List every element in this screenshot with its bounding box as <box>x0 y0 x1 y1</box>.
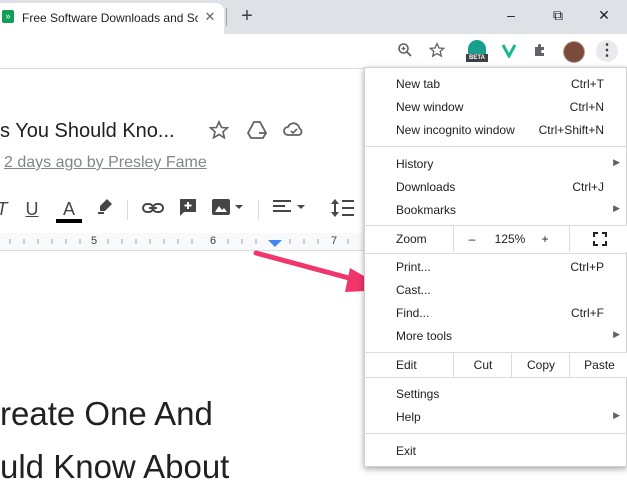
menu-separator <box>365 146 627 147</box>
document-title[interactable]: s You Should Kno... <box>0 120 175 143</box>
ruler-number: 6 <box>210 235 217 247</box>
puzzle-icon[interactable] <box>531 42 549 60</box>
insert-image-icon[interactable] <box>210 197 246 221</box>
insert-comment-icon[interactable] <box>176 197 200 221</box>
menu-item-settings[interactable]: Settings <box>365 383 627 406</box>
browser-toolbar: BETA ⋮ <box>0 34 627 69</box>
indent-marker[interactable] <box>268 240 282 247</box>
italic-button[interactable]: T <box>0 197 8 221</box>
zoom-icon[interactable] <box>396 42 414 60</box>
menu-item-downloads[interactable]: Downloads Ctrl+J <box>365 176 627 199</box>
menu-item-cast[interactable]: Cast... <box>365 279 627 302</box>
cut-button[interactable]: Cut <box>453 353 512 377</box>
zoom-level: 125% <box>494 232 526 246</box>
ruler-number: 7 <box>331 235 338 247</box>
ruler-number: 5 <box>91 235 98 247</box>
zoom-label: Zoom <box>396 232 427 246</box>
tab-separator <box>226 8 227 26</box>
menu-item-new-tab[interactable]: New tab Ctrl+T <box>365 73 627 96</box>
submenu-arrow-icon: ▶ <box>613 157 620 167</box>
text-color-letter: A <box>62 199 75 219</box>
star-icon[interactable] <box>428 41 446 60</box>
highlight-icon[interactable] <box>94 197 116 221</box>
menu-item-shortcut: Ctrl+Shift+N <box>538 123 604 137</box>
line-spacing-icon[interactable] <box>330 197 356 221</box>
zoom-out-button[interactable]: – <box>453 226 490 252</box>
v-shield-icon[interactable] <box>500 42 518 60</box>
cloud-saved-icon[interactable] <box>283 120 305 142</box>
beta-label: BETA <box>466 54 488 62</box>
document-body-text[interactable]: uld Know About <box>0 448 229 486</box>
paste-button[interactable]: Paste <box>569 353 627 377</box>
menu-item-label: More tools <box>396 329 453 343</box>
text-color-button[interactable]: A <box>56 197 82 223</box>
menu-item-help[interactable]: Help ▶ <box>365 406 627 429</box>
copy-button[interactable]: Copy <box>511 353 570 377</box>
menu-item-shortcut: Ctrl+J <box>572 180 604 194</box>
menu-item-label: Help <box>396 410 421 424</box>
menu-separator <box>365 433 627 434</box>
menu-item-label: New window <box>396 100 464 114</box>
zoom-row: Zoom – 125% + <box>365 226 627 252</box>
menu-item-label: New tab <box>396 77 441 91</box>
window-close-button[interactable]: ✕ <box>584 4 624 26</box>
menu-item-label: History <box>396 157 434 171</box>
menu-item-label: Print... <box>396 260 431 274</box>
menu-item-label: New incognito window <box>396 123 515 137</box>
menu-item-label: Exit <box>396 444 417 458</box>
fullscreen-button[interactable] <box>569 226 627 252</box>
fullscreen-icon <box>592 232 607 246</box>
submenu-arrow-icon: ▶ <box>613 203 620 213</box>
text-color-bar <box>56 219 82 223</box>
menu-separator <box>365 377 627 378</box>
tab-close-button[interactable]: ✕ <box>203 10 217 24</box>
menu-item-label: Cast... <box>396 283 431 297</box>
chrome-menu-button[interactable]: ⋮ <box>596 40 618 62</box>
menu-item-more-tools[interactable]: More tools ▶ <box>365 325 627 348</box>
ruler[interactable]: 5 6 7 <box>0 233 364 251</box>
menu-item-label: Downloads <box>396 180 456 194</box>
menu-item-print[interactable]: Print... Ctrl+P <box>365 256 627 279</box>
underline-button[interactable]: U <box>20 197 44 221</box>
chrome-menu: New tab Ctrl+T New window Ctrl+N New inc… <box>364 67 627 467</box>
menu-item-label: Settings <box>396 387 440 401</box>
menu-item-label: Find... <box>396 306 430 320</box>
menu-item-new-window[interactable]: New window Ctrl+N <box>365 96 627 119</box>
link-icon[interactable] <box>140 197 166 221</box>
toolbar-divider <box>258 200 259 220</box>
menu-item-history[interactable]: History ▶ <box>365 153 627 176</box>
edit-row: Edit Cut Copy Paste <box>365 353 627 377</box>
last-edit-link[interactable]: 2 days ago by Presley Fame <box>4 154 207 172</box>
star-icon[interactable] <box>208 119 230 142</box>
format-toolbar: T U A <box>0 192 364 228</box>
beta-extension-icon[interactable]: BETA <box>466 40 488 62</box>
menu-item-find[interactable]: Find... Ctrl+F <box>365 302 627 325</box>
new-tab-button[interactable]: + <box>237 6 257 26</box>
menu-item-new-incognito-window[interactable]: New incognito window Ctrl+Shift+N <box>365 119 627 142</box>
menu-item-shortcut: Ctrl+F <box>571 306 604 320</box>
minimize-button[interactable]: – <box>491 4 531 26</box>
menu-item-exit[interactable]: Exit <box>365 440 627 463</box>
submenu-arrow-icon: ▶ <box>613 410 620 420</box>
menu-separator <box>365 253 627 254</box>
menu-item-shortcut: Ctrl+T <box>571 77 604 91</box>
toolbar-divider <box>127 200 128 220</box>
menu-item-shortcut: Ctrl+P <box>570 260 604 274</box>
move-to-drive-icon[interactable] <box>246 120 268 142</box>
edit-label: Edit <box>396 358 417 372</box>
zoom-in-button[interactable]: + <box>531 226 559 252</box>
align-icon[interactable] <box>270 197 310 221</box>
submenu-arrow-icon: ▶ <box>613 329 620 339</box>
document-body-text[interactable]: reate One And <box>0 395 213 433</box>
profile-avatar[interactable] <box>563 41 585 63</box>
menu-item-shortcut: Ctrl+N <box>569 100 604 114</box>
favicon-icon: » <box>2 10 14 23</box>
menu-item-bookmarks[interactable]: Bookmarks ▶ <box>365 199 627 222</box>
restore-button[interactable]: ⧉ <box>538 4 578 26</box>
tab-title: Free Software Downloads and Software <box>22 11 198 25</box>
menu-item-label: Bookmarks <box>396 203 457 217</box>
